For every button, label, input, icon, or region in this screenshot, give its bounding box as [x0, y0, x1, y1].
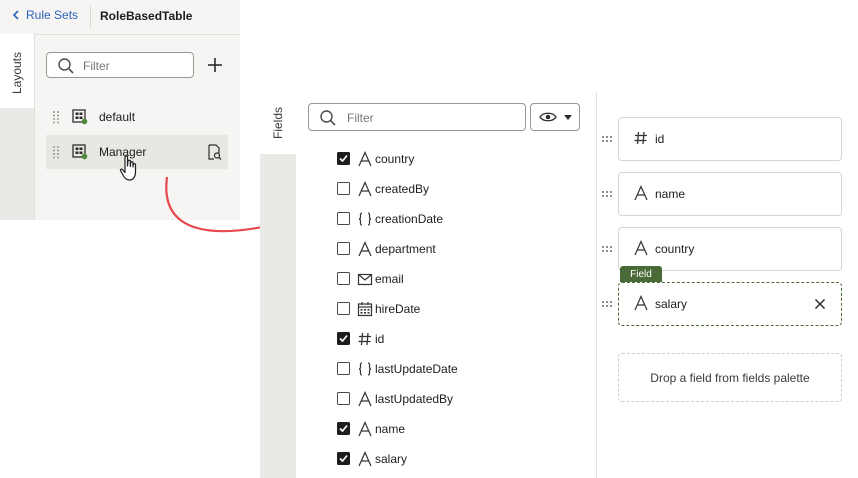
- field-checkbox[interactable]: [337, 332, 350, 345]
- text-type-icon: [633, 185, 651, 203]
- pointer-hand-icon: [119, 155, 141, 183]
- field-item-label: lastUpdateDate: [375, 362, 458, 376]
- text-type-icon: [357, 451, 373, 467]
- page-title: RoleBasedTable: [100, 9, 193, 23]
- remove-field-button[interactable]: [811, 295, 829, 313]
- layout-field-card-label: name: [655, 187, 686, 201]
- field-item-label: salary: [375, 452, 408, 466]
- field-item-lastUpdatedBy[interactable]: lastUpdatedBy: [334, 384, 584, 414]
- field-item-label: lastUpdatedBy: [375, 392, 454, 406]
- tab-layouts-label: Layouts: [10, 51, 24, 95]
- search-icon: [57, 57, 75, 75]
- field-checkbox[interactable]: [337, 182, 350, 195]
- layout-grid-icon: [72, 144, 88, 160]
- layout-field-card-label: salary: [655, 297, 688, 311]
- object-type-icon: [357, 211, 373, 227]
- drop-zone-hint: Drop a field from fields palette: [650, 370, 810, 385]
- drag-handle-icon[interactable]: [52, 145, 60, 159]
- drop-zone[interactable]: Drop a field from fields palette: [618, 353, 842, 402]
- drag-handle-icon[interactable]: [600, 135, 614, 145]
- drag-handle-icon[interactable]: [52, 110, 60, 124]
- layout-field-card-salary[interactable]: salary: [618, 282, 842, 326]
- text-type-icon: [357, 241, 373, 257]
- email-type-icon: [357, 271, 373, 287]
- text-type-icon: [633, 240, 651, 258]
- layout-field-card-country[interactable]: country: [618, 227, 842, 271]
- text-type-icon: [357, 181, 373, 197]
- chevron-down-icon: [563, 115, 573, 121]
- date-type-icon: [357, 301, 373, 317]
- field-item-id[interactable]: id: [334, 324, 584, 354]
- field-item-label: createdBy: [375, 182, 430, 196]
- text-type-icon: [357, 391, 373, 407]
- field-checkbox[interactable]: [337, 362, 350, 375]
- field-checkbox[interactable]: [337, 422, 350, 435]
- layout-item-default[interactable]: default: [46, 100, 228, 134]
- layout-field-card-id[interactable]: id: [618, 117, 842, 161]
- number-type-icon: [357, 331, 373, 347]
- drag-handle-icon[interactable]: [600, 245, 614, 255]
- view-options-button[interactable]: [530, 103, 580, 131]
- field-checkbox[interactable]: [337, 392, 350, 405]
- field-item-creationDate[interactable]: creationDate: [334, 204, 584, 234]
- field-item-label: hireDate: [375, 302, 421, 316]
- header-divider: [90, 6, 91, 28]
- field-item-lastUpdateDate[interactable]: lastUpdateDate: [334, 354, 584, 384]
- drag-handle-icon[interactable]: [600, 190, 614, 200]
- layout-grid-icon: [72, 109, 88, 125]
- back-link-label: Rule Sets: [26, 8, 79, 22]
- field-item-label: id: [375, 332, 385, 346]
- field-checkbox[interactable]: [337, 242, 350, 255]
- layouts-filter-field[interactable]: [46, 52, 194, 78]
- layout-item-label: default: [99, 110, 136, 124]
- field-item-email[interactable]: email: [334, 264, 584, 294]
- field-item-hireDate[interactable]: hireDate: [334, 294, 584, 324]
- plus-icon: [204, 54, 226, 76]
- field-item-label: country: [375, 152, 415, 166]
- field-checkbox[interactable]: [337, 212, 350, 225]
- object-type-icon: [357, 361, 373, 377]
- search-icon: [319, 109, 337, 127]
- field-item-label: creationDate: [375, 212, 444, 226]
- drag-handle-icon[interactable]: [600, 300, 614, 310]
- field-item-salary[interactable]: salary: [334, 444, 584, 474]
- chevron-left-icon: [12, 10, 20, 20]
- tab-fields[interactable]: Fields: [264, 100, 292, 146]
- back-to-rule-sets-link[interactable]: Rule Sets: [12, 8, 78, 22]
- close-icon: [811, 295, 829, 313]
- field-item-label: department: [375, 242, 436, 256]
- add-layout-button[interactable]: [204, 54, 226, 76]
- field-item-label: name: [375, 422, 406, 436]
- field-item-createdBy[interactable]: createdBy: [334, 174, 584, 204]
- layouts-tab-rail-lower: [0, 108, 34, 220]
- fields-filter-input[interactable]: [345, 109, 519, 127]
- number-type-icon: [633, 130, 651, 148]
- field-checkbox[interactable]: [337, 452, 350, 465]
- field-item-label: email: [375, 272, 404, 286]
- field-item-name[interactable]: name: [334, 414, 584, 444]
- eye-icon: [539, 111, 557, 123]
- field-item-country[interactable]: country: [334, 144, 584, 174]
- text-type-icon: [633, 295, 651, 313]
- fields-filter-field[interactable]: [308, 103, 526, 131]
- field-item-department[interactable]: department: [334, 234, 584, 264]
- layout-field-card-name[interactable]: name: [618, 172, 842, 216]
- layout-field-card-label: country: [655, 242, 695, 256]
- field-checkbox[interactable]: [337, 302, 350, 315]
- field-checkbox[interactable]: [337, 152, 350, 165]
- field-checkbox[interactable]: [337, 272, 350, 285]
- text-type-icon: [357, 421, 373, 437]
- layouts-filter-input[interactable]: [81, 57, 191, 75]
- preview-icon[interactable]: [206, 144, 222, 160]
- layout-field-card-label: id: [655, 132, 665, 146]
- tab-fields-label: Fields: [271, 106, 286, 140]
- text-type-icon: [357, 151, 373, 167]
- selected-field-tag: Field: [620, 266, 662, 282]
- tab-layouts[interactable]: Layouts: [4, 48, 30, 98]
